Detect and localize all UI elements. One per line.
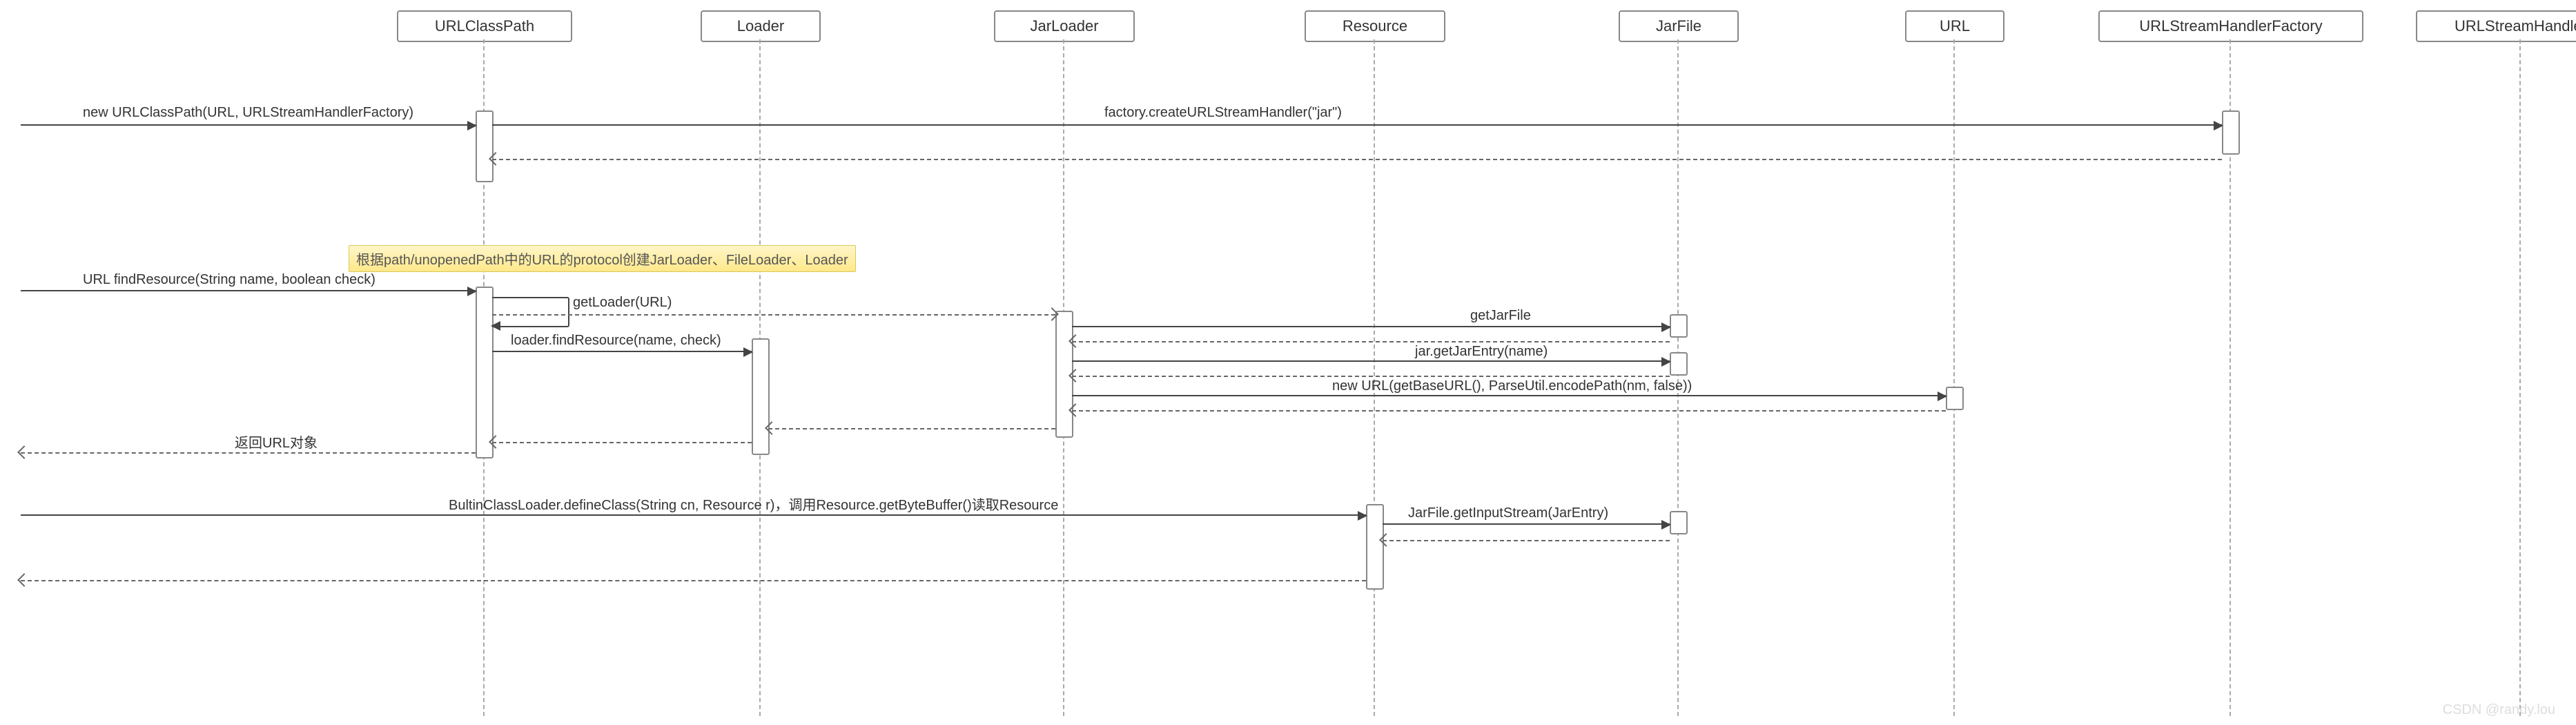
return-m10 [21, 580, 1366, 581]
arrow-m5 [492, 351, 752, 352]
participant-loader: Loader [701, 10, 821, 42]
arrow-m8 [1072, 395, 1946, 396]
msg-getloader: getLoader(URL) [573, 293, 672, 311]
msg-return-url: 返回URL对象 [235, 432, 318, 450]
msg-findresource: URL findResource(String name, boolean ch… [83, 271, 375, 289]
participant-resource: Resource [1305, 10, 1445, 42]
msg-getjarentry: jar.getJarEntry(name) [1415, 342, 1548, 360]
lifeline-url [1953, 39, 1955, 716]
activation-url-1 [1946, 387, 1964, 410]
msg-defineclass: BultinClassLoader.defineClass(String cn,… [449, 494, 1058, 512]
msg-new-urlclasspath: new URLClassPath(URL, URLStreamHandlerFa… [83, 104, 413, 122]
msg-newurl: new URL(getBaseURL(), ParseUtil.encodePa… [1332, 377, 1692, 395]
arrow-m11 [1383, 523, 1670, 525]
participant-urlclasspath: URLClassPath [397, 10, 572, 42]
activation-jarfile-2 [1670, 352, 1688, 376]
arrow-m3 [21, 290, 476, 291]
arrow-getloader [492, 297, 569, 327]
activation-jarfile-3 [1670, 511, 1688, 534]
activation-urlclasspath-2 [476, 287, 494, 458]
return-m2 [492, 159, 2222, 160]
activation-urlclasspath-1 [476, 110, 494, 182]
msg-getinputstream: JarFile.getInputStream(JarEntry) [1408, 504, 1608, 522]
arrow-m6 [1072, 326, 1670, 327]
return-m11 [1383, 540, 1670, 541]
participant-ush: URLStreamHandler [2416, 10, 2576, 42]
msg-createstreamhandler: factory.createURLStreamHandler("jar") [1104, 104, 1342, 122]
activation-jarfile-1 [1670, 314, 1688, 338]
arrow-m2 [492, 124, 2222, 126]
arrow-m10 [21, 514, 1366, 516]
arrow-m1 [21, 124, 476, 126]
return-m6 [1072, 341, 1670, 342]
participant-url: URL [1905, 10, 2004, 42]
lifeline-ush [2519, 39, 2521, 716]
activation-loader-1 [752, 338, 770, 455]
return-url-obj [21, 452, 476, 454]
participant-jarfile: JarFile [1619, 10, 1739, 42]
return-jarloader-loader [768, 428, 1055, 429]
arrow-m7 [1072, 360, 1670, 362]
activation-resource-1 [1366, 504, 1384, 590]
watermark: CSDN @randy.lou [2443, 702, 2555, 718]
dash-to-jarloader [492, 314, 1055, 316]
msg-loader-findresource: loader.findResource(name, check) [511, 331, 721, 349]
participant-ushf: URLStreamHandlerFactory [2098, 10, 2363, 42]
note-protocol: 根据path/unopenedPath中的URL的protocol创建JarLo… [349, 245, 856, 272]
return-loader-ucp [492, 442, 752, 443]
activation-ushf-1 [2222, 110, 2240, 155]
msg-getjarfile: getJarFile [1470, 307, 1531, 325]
participant-jarloader: JarLoader [994, 10, 1135, 42]
return-m8 [1072, 410, 1946, 412]
